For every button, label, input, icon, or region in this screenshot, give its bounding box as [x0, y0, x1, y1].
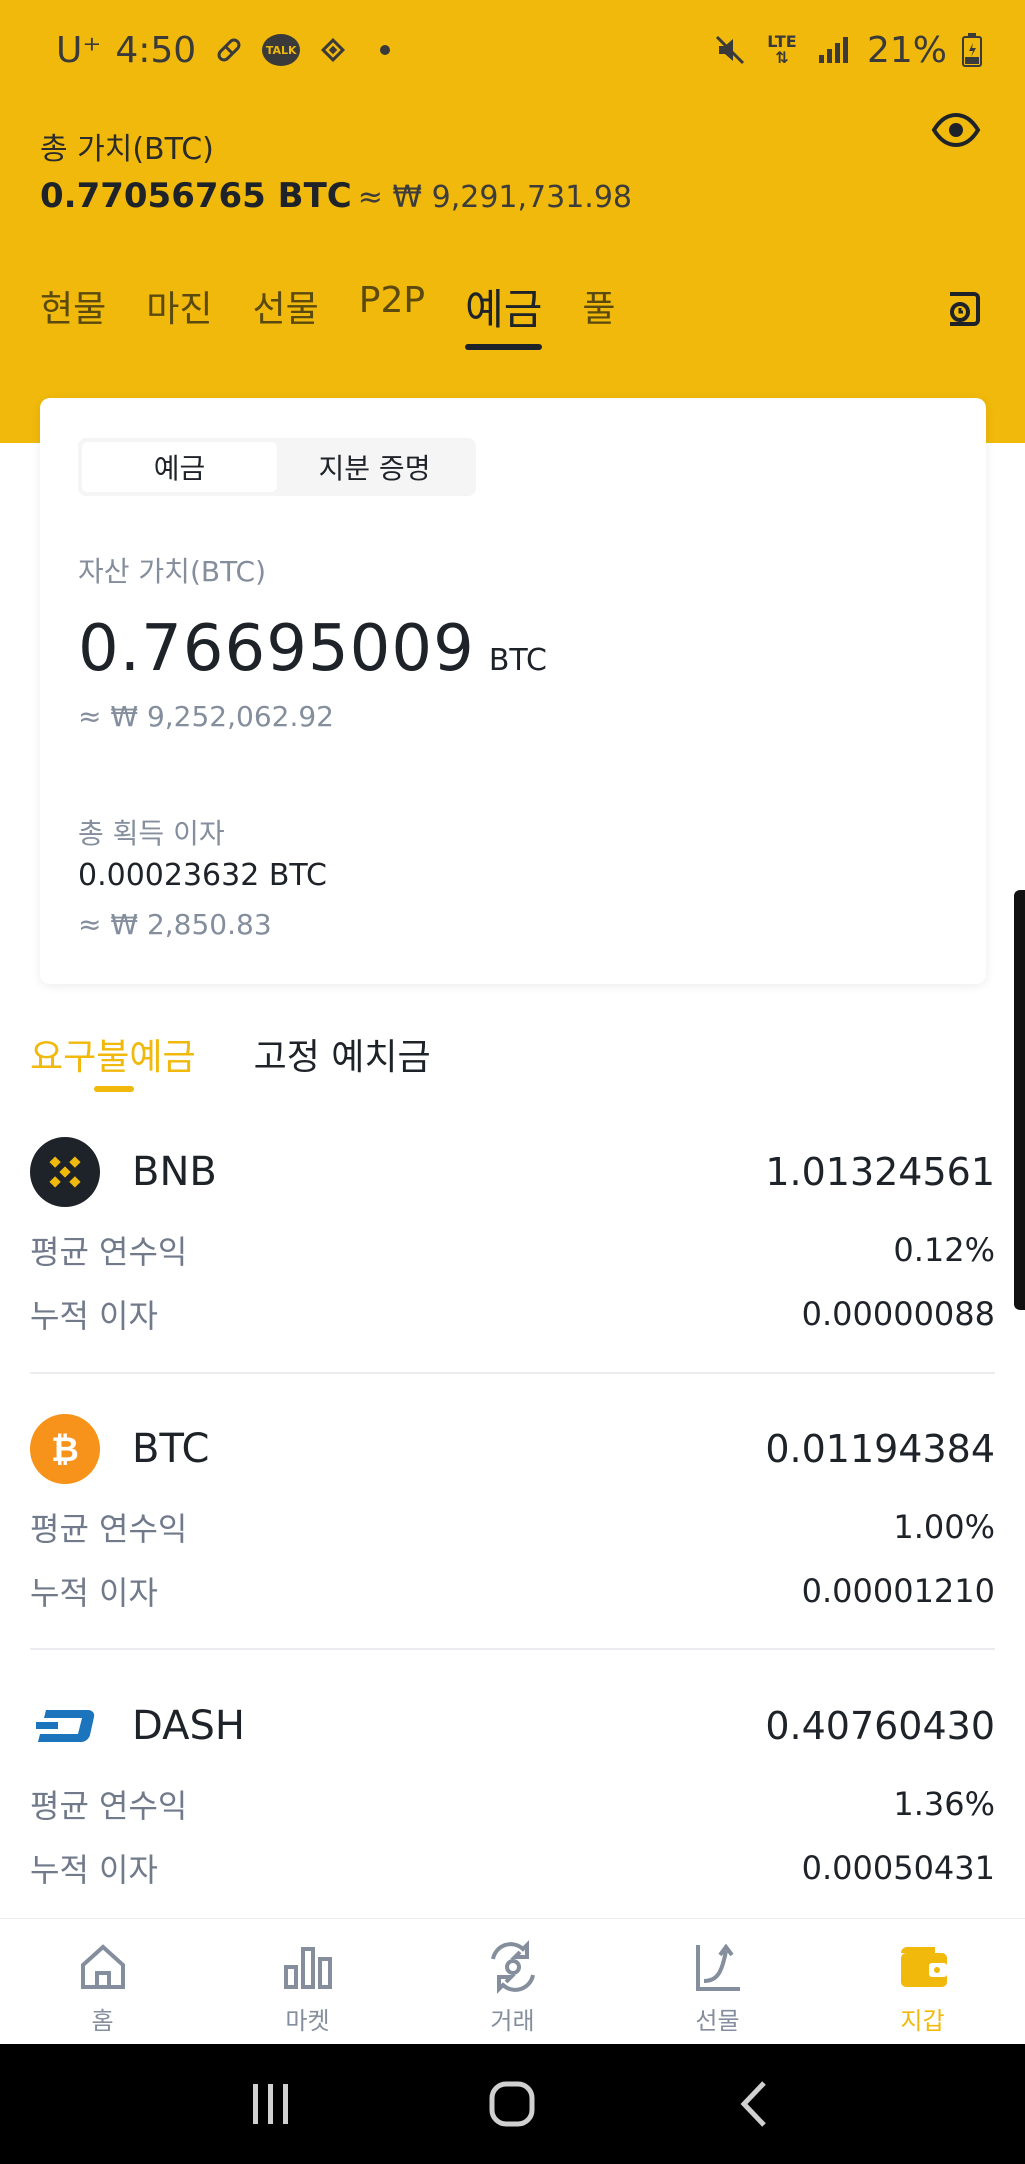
divider — [30, 1648, 995, 1650]
asset-value: 0.76695009 BTC — [78, 612, 547, 686]
segment-control: 예금 지분 증명 — [78, 438, 476, 496]
total-value: 0.77056765 BTC ≈ ₩ 9,291,731.98 — [40, 176, 632, 216]
total-value-label: 총 가치(BTC) — [40, 132, 214, 167]
tab-savings[interactable]: 예금 — [465, 276, 543, 356]
system-nav-bar — [0, 2044, 1025, 2164]
dot-icon — [366, 31, 404, 69]
wallet-icon — [900, 1947, 947, 1987]
status-bar: U⁺ 4:50 TALK LTE ⇅ 21% — [0, 22, 1025, 78]
pill-icon — [210, 31, 248, 69]
apy-label: 평균 연수익 — [30, 1233, 188, 1271]
interest-label: 누적 이자 — [30, 1851, 158, 1889]
header: U⁺ 4:50 TALK LTE ⇅ 21% 총 가치(BTC) 0.77056… — [0, 0, 1025, 443]
coin-name: BTC — [132, 1426, 210, 1472]
bnb-logo-icon — [30, 1137, 100, 1207]
asset-value-number: 0.76695009 — [78, 612, 475, 686]
coin-amount: 0.40760430 — [765, 1704, 995, 1748]
binance-icon — [314, 31, 352, 69]
nav-markets[interactable]: 마켓 — [205, 1919, 410, 2044]
total-btc: 0.77056765 BTC — [40, 176, 352, 216]
coin-name: BNB — [132, 1149, 217, 1195]
battery-icon — [961, 31, 983, 69]
tab-futures[interactable]: 선물 — [253, 280, 319, 360]
savings-subtabs: 요구불예금 고정 예치금 — [30, 1028, 431, 1092]
tab-margin[interactable]: 마진 — [146, 280, 212, 360]
apy-label: 평균 연수익 — [30, 1510, 188, 1548]
trade-icon — [490, 1940, 535, 1994]
bottom-nav: 홈 마켓 거래 선물 지갑 — [0, 1918, 1025, 2044]
coin-amount: 1.01324561 — [765, 1150, 995, 1194]
market-icon — [283, 1947, 332, 1989]
segment-staking[interactable]: 지분 증명 — [277, 442, 472, 492]
nav-wallet[interactable]: 지갑 — [820, 1919, 1025, 2044]
nav-label: 거래 — [490, 2007, 535, 2035]
scrollbar[interactable] — [1014, 890, 1025, 1310]
battery-label: 21% — [866, 29, 947, 71]
subtab-locked[interactable]: 고정 예치금 — [254, 1028, 431, 1092]
total-interest-label: 총 획득 이자 — [78, 817, 225, 850]
nav-label: 마켓 — [285, 2007, 330, 2035]
nav-label: 홈 — [91, 2007, 114, 2035]
apy-label: 평균 연수익 — [30, 1787, 188, 1825]
kakaotalk-icon: TALK — [262, 34, 301, 66]
interest-value: 0.00000088 — [801, 1295, 995, 1333]
total-interest-btc: 0.00023632 BTC — [78, 858, 327, 893]
divider — [30, 1372, 995, 1374]
btc-logo-icon: ₿ — [30, 1414, 100, 1484]
apy-value: 1.00% — [893, 1508, 995, 1546]
nav-home[interactable]: 홈 — [0, 1919, 205, 2044]
signal-icon — [815, 31, 853, 69]
interest-label: 누적 이자 — [30, 1297, 158, 1335]
interest-value: 0.00001210 — [801, 1572, 995, 1610]
home-icon — [80, 1944, 125, 1989]
apy-value: 0.12% — [893, 1231, 995, 1269]
mute-icon — [711, 31, 749, 69]
nav-label: 선물 — [695, 2007, 740, 2035]
dash-logo-icon — [30, 1691, 100, 1761]
total-interest-krw: ≈ ₩ 2,850.83 — [78, 908, 272, 941]
time-label: 4:50 — [115, 29, 197, 71]
coin-item-dash[interactable]: DASH 0.40760430 평균 연수익 1.36% 누적 이자 0.000… — [30, 1690, 995, 1890]
svg-text:₿: ₿ — [51, 1430, 79, 1470]
wallet-tabs: 현물 마진 선물 P2P 예금 풀 — [40, 280, 655, 360]
tab-spot[interactable]: 현물 — [40, 280, 106, 360]
lte-arrows-icon: ⇅ — [775, 48, 789, 67]
nav-trade[interactable]: 거래 — [410, 1919, 615, 2044]
home-button-icon[interactable] — [482, 2074, 542, 2134]
asset-value-krw: ≈ ₩ 9,252,062.92 — [78, 700, 334, 733]
nav-futures[interactable]: 선물 — [615, 1919, 820, 2044]
history-icon[interactable] — [940, 286, 986, 332]
asset-value-label: 자산 가치(BTC) — [78, 555, 267, 588]
coin-amount: 0.01194384 — [765, 1427, 995, 1471]
back-icon[interactable] — [724, 2074, 784, 2134]
interest-label: 누적 이자 — [30, 1574, 158, 1612]
coin-item-btc[interactable]: ₿ BTC 0.01194384 평균 연수익 1.00% 누적 이자 0.00… — [30, 1413, 995, 1613]
eye-icon[interactable] — [930, 104, 982, 156]
interest-value: 0.00050431 — [801, 1849, 995, 1887]
tab-p2p[interactable]: P2P — [359, 280, 425, 360]
asset-value-unit: BTC — [488, 643, 547, 678]
lte-icon: LTE ⇅ — [763, 31, 801, 69]
coin-item-bnb[interactable]: BNB 1.01324561 평균 연수익 0.12% 누적 이자 0.0000… — [30, 1136, 995, 1336]
total-krw: ≈ ₩ 9,291,731.98 — [357, 180, 632, 215]
futures-icon — [695, 1943, 740, 1991]
savings-summary-card: 예금 지분 증명 자산 가치(BTC) 0.76695009 BTC ≈ ₩ 9… — [40, 398, 986, 984]
tab-pool[interactable]: 풀 — [582, 280, 615, 360]
carrier-label: U⁺ — [56, 29, 102, 71]
apy-value: 1.36% — [893, 1785, 995, 1823]
subtab-flexible[interactable]: 요구불예금 — [30, 1028, 196, 1092]
recent-apps-icon[interactable] — [241, 2074, 301, 2134]
segment-savings[interactable]: 예금 — [82, 442, 277, 492]
nav-label: 지갑 — [900, 2007, 945, 2035]
coin-name: DASH — [132, 1703, 245, 1749]
